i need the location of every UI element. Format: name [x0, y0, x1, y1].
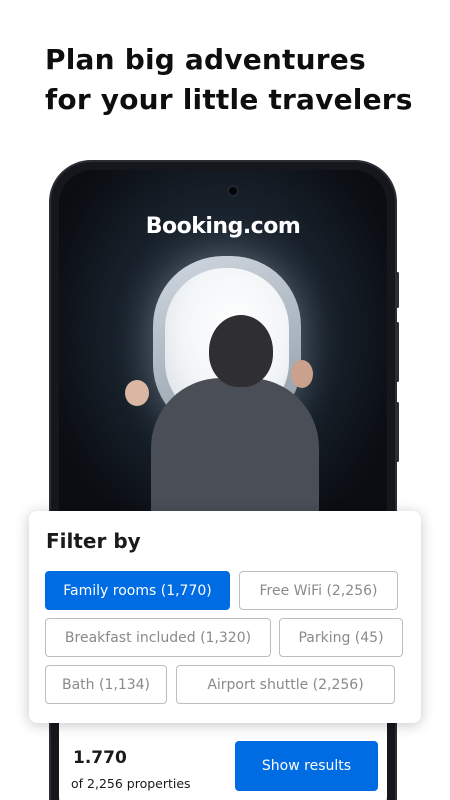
headline: Plan big adventures for your little trav… — [45, 40, 425, 120]
headline-line-2: for your little travelers — [45, 83, 413, 116]
filter-chip-free-wifi[interactable]: Free WiFi (2,256) — [239, 571, 398, 610]
filter-chip-breakfast-included[interactable]: Breakfast included (1,320) — [45, 618, 271, 657]
phone-volume-down-button — [396, 322, 399, 382]
result-count: 1.770 — [73, 748, 127, 768]
child-hand-left — [125, 380, 149, 406]
filter-title: Filter by — [46, 529, 141, 553]
filter-chip-family-rooms[interactable]: Family rooms (1,770) — [45, 571, 230, 610]
show-results-button[interactable]: Show results — [235, 741, 378, 791]
filter-chip-parking[interactable]: Parking (45) — [279, 618, 403, 657]
front-camera-icon — [227, 185, 239, 197]
filter-card: Filter by Family rooms (1,770) Free WiFi… — [29, 511, 421, 723]
phone-power-button — [396, 402, 399, 462]
child-hand-right — [291, 360, 313, 388]
filter-chip-bath[interactable]: Bath (1,134) — [45, 665, 167, 704]
headline-line-1: Plan big adventures — [45, 43, 366, 76]
booking-logo: Booking.com — [145, 214, 301, 239]
child-head — [209, 315, 273, 387]
result-subtitle: of 2,256 properties — [71, 776, 191, 791]
phone-volume-up-button — [396, 272, 399, 308]
filter-chip-airport-shuttle[interactable]: Airport shuttle (2,256) — [176, 665, 395, 704]
